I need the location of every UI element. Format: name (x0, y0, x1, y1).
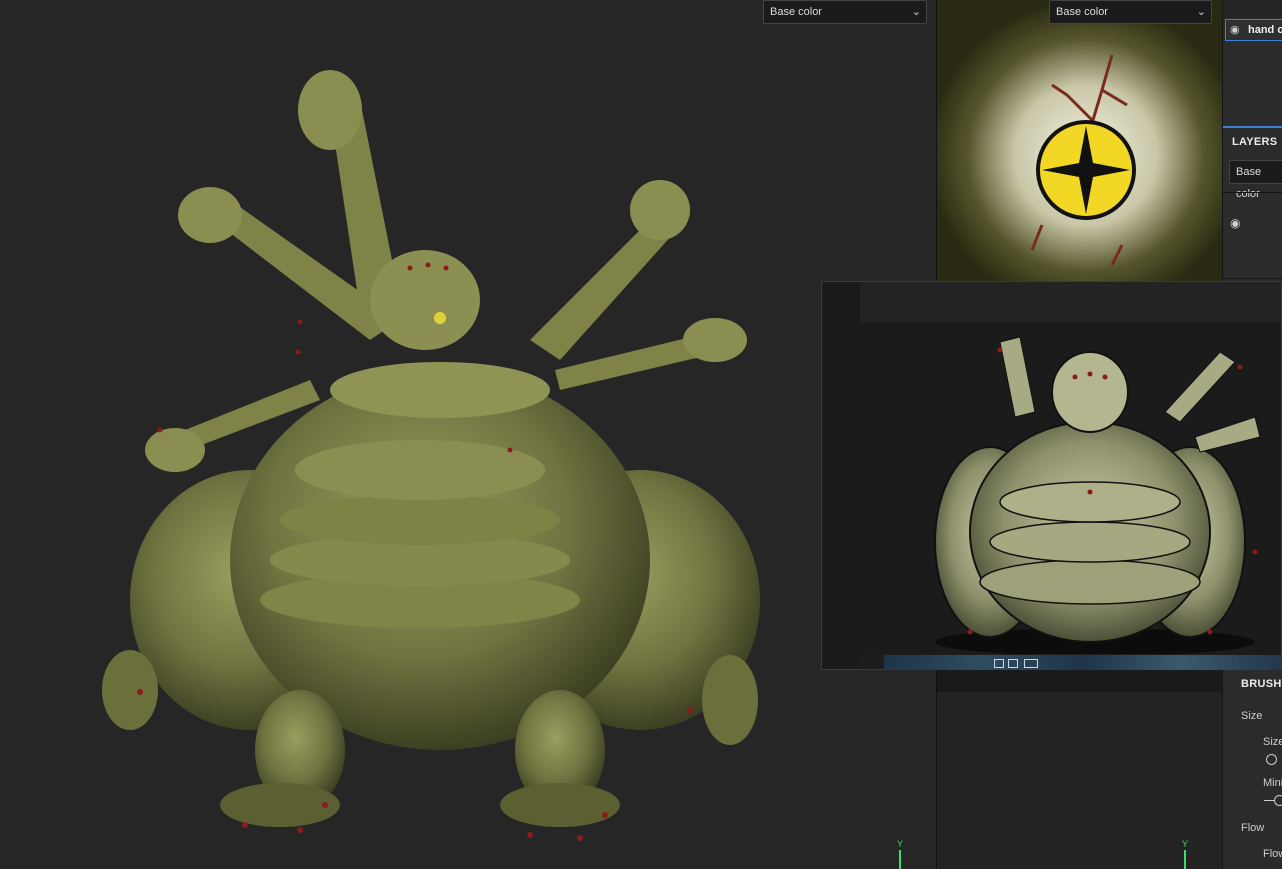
layer-row[interactable]: ◉ (1223, 204, 1282, 244)
2d-channel-select[interactable]: Base color ⌄ (1049, 0, 1212, 24)
flow-param-label: Flow (1263, 848, 1282, 860)
min-param-label: Mini (1263, 777, 1282, 789)
texture-set-item[interactable]: ◉ hand c (1225, 19, 1282, 41)
layers-channel-select[interactable]: Base color (1229, 160, 1282, 200)
chevron-down-icon: ⌄ (911, 6, 921, 18)
size-slider-handle[interactable] (1266, 754, 1277, 765)
2d-viewport[interactable]: Base color ⌄ (936, 0, 1223, 282)
reference-window-titlebar[interactable] (822, 282, 1281, 322)
reference-image-window[interactable] (821, 281, 1282, 670)
layers-channel-value: Base color (1236, 166, 1262, 200)
size-section-label: Size (1241, 710, 1263, 722)
2d-viewport-lower[interactable]: Y (936, 670, 1223, 869)
2d-axis-y-label: Y (1182, 839, 1189, 849)
eye-icon[interactable]: ◉ (1230, 23, 1240, 36)
flow-section-label: Flow (1241, 822, 1265, 834)
2d-axis-y-line (1184, 850, 1186, 869)
size-param-label: Size (1263, 736, 1282, 748)
2d-channel-value: Base color (1056, 6, 1108, 18)
eye-icon[interactable]: ◉ (1230, 216, 1240, 230)
chevron-down-icon: ⌄ (1196, 6, 1206, 18)
zoom-icon[interactable] (1024, 659, 1038, 668)
reference-window-sidebar (822, 282, 860, 669)
3d-channel-select[interactable]: Base color ⌄ (763, 0, 927, 24)
export-icon[interactable] (1008, 659, 1018, 668)
3d-channel-value: Base color (770, 6, 822, 18)
texture-set-label: hand c (1248, 24, 1282, 36)
3d-axis-y-label: Y (897, 839, 904, 849)
min-slider-track[interactable] (1264, 800, 1274, 801)
reference-image (860, 322, 1281, 654)
min-slider-handle[interactable] (1274, 795, 1282, 806)
layers-title: LAYERS (1232, 136, 1278, 148)
3d-model-render (102, 70, 760, 841)
brush-title: BRUSH (1241, 678, 1282, 690)
copy-icon[interactable] (994, 659, 1004, 668)
3d-axis-y-line (899, 850, 901, 869)
texture-preview (937, 0, 1223, 282)
reference-window-statusbar (884, 655, 1281, 670)
3d-viewport[interactable]: Base color ⌄ Y (0, 0, 936, 869)
